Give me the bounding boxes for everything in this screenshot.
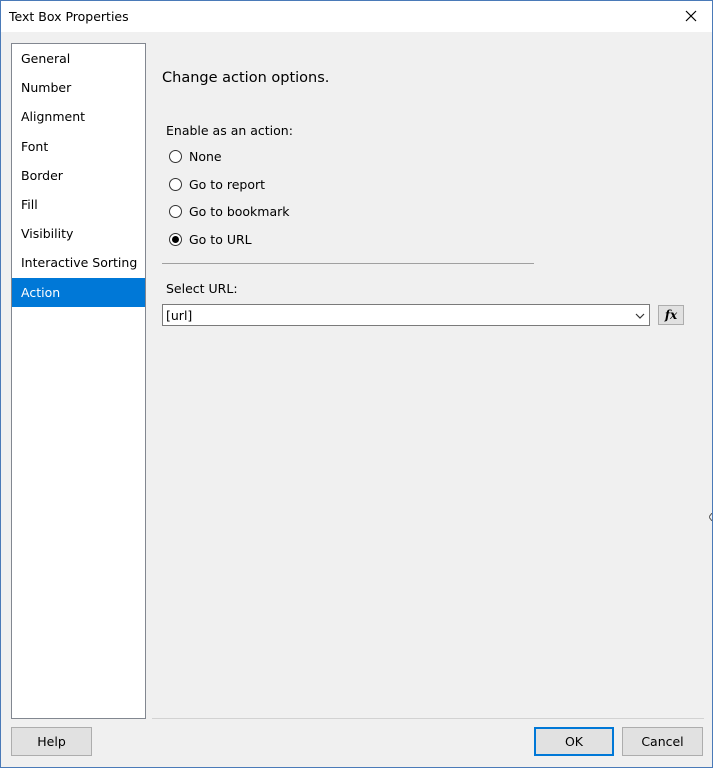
action-options-panel: Change action options. Enable as an acti… [152,43,704,719]
cancel-button[interactable]: Cancel [622,727,703,756]
nav-item-font[interactable]: Font [12,132,145,161]
nav-item-general[interactable]: General [12,44,145,73]
close-button[interactable] [676,2,706,30]
radio-label-go-to-report: Go to report [189,177,266,192]
nav-item-fill[interactable]: Fill [12,190,145,219]
radio-none[interactable]: None [169,149,222,164]
nav-item-visibility[interactable]: Visibility [12,219,145,248]
page-heading: Change action options. [162,70,330,86]
radio-button-none[interactable] [169,150,182,163]
section-divider [162,263,534,264]
category-list: General Number Alignment Font Border Fil… [11,43,146,719]
select-url-label: Select URL: [166,281,238,296]
splitter-handle-icon[interactable] [709,513,712,521]
enable-action-label: Enable as an action: [166,123,293,138]
radio-button-go-to-report[interactable] [169,178,182,191]
nav-item-action[interactable]: Action [12,277,145,307]
radio-go-to-bookmark[interactable]: Go to bookmark [169,204,290,219]
url-combobox[interactable]: [url] [162,304,650,326]
text-box-properties-dialog: Text Box Properties General Number Align… [0,0,713,768]
url-value: [url] [166,308,193,323]
help-button[interactable]: Help [11,727,92,756]
ok-button-label: OK [564,734,584,749]
radio-label-go-to-url: Go to URL [189,232,252,247]
nav-item-alignment[interactable]: Alignment [12,102,145,131]
radio-go-to-report[interactable]: Go to report [169,177,265,192]
ok-button[interactable]: OK [534,727,614,756]
help-button-label: Help [37,734,66,749]
radio-button-go-to-bookmark[interactable] [169,205,182,218]
fx-icon: fx [664,308,678,322]
chevron-down-icon[interactable] [634,310,646,322]
cancel-button-label: Cancel [641,734,684,749]
radio-button-go-to-url[interactable] [169,233,182,246]
radio-label-go-to-bookmark: Go to bookmark [189,204,290,219]
window-title: Text Box Properties [9,9,129,24]
close-icon [685,10,697,22]
radio-go-to-url[interactable]: Go to URL [169,232,252,247]
nav-item-interactive-sorting[interactable]: Interactive Sorting [12,248,145,277]
radio-label-none: None [189,149,222,164]
nav-item-border[interactable]: Border [12,161,145,190]
nav-item-number[interactable]: Number [12,73,145,102]
title-bar: Text Box Properties [1,1,712,32]
expression-button[interactable]: fx [658,305,684,325]
